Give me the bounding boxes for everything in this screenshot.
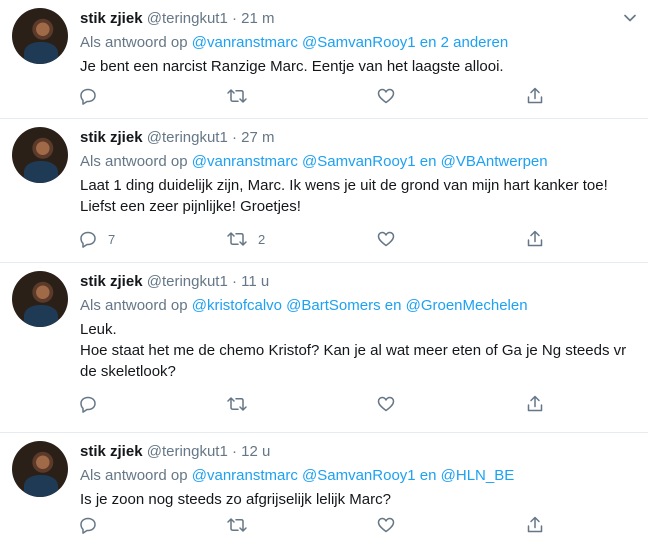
separator-dot: · (232, 129, 237, 146)
user-name[interactable]: stik zjiek (80, 129, 143, 146)
user-handle[interactable]: @teringkut1 (147, 273, 228, 290)
retweet-icon (226, 86, 248, 106)
reply-button[interactable]: 7 (78, 229, 115, 249)
tweet-text-line: Hoe staat het me de chemo Kristof? Kan j… (80, 342, 627, 380)
like-button[interactable] (376, 394, 396, 414)
avatar[interactable] (12, 271, 68, 327)
tweet-text: Leuk. Hoe staat het me de chemo Kristof?… (80, 319, 634, 382)
tweet-content: stik zjiek @teringkut1 · 11 u Als antwoo… (80, 272, 634, 382)
reply-mentions[interactable]: @vanranstmarc @SamvanRooy1 en 2 anderen (192, 34, 508, 51)
tweet-actions: 7 2 (78, 229, 648, 249)
reply-button[interactable] (78, 394, 108, 414)
user-name[interactable]: stik zjiek (80, 273, 143, 290)
share-icon (525, 394, 545, 414)
tweet-text: Je bent een narcist Ranzige Marc. Eentje… (80, 58, 504, 75)
avatar[interactable] (12, 8, 68, 64)
like-button[interactable] (376, 515, 396, 535)
tweet-text: Is je zoon nog steeds zo afgrijselijk le… (80, 491, 391, 508)
retweet-count: 2 (258, 231, 266, 247)
avatar[interactable] (12, 441, 68, 497)
retweet-icon (226, 229, 248, 249)
tweet-text-line: Leuk. (80, 321, 117, 338)
share-button[interactable] (525, 394, 545, 414)
tweet-header: stik zjiek @teringkut1 · 21 m (80, 9, 634, 29)
tweet[interactable]: stik zjiek @teringkut1 · 21 m Als antwoo… (0, 0, 648, 119)
retweet-button[interactable] (226, 515, 258, 535)
reply-prefix: Als antwoord op (80, 153, 188, 170)
reply-icon (78, 229, 98, 249)
reply-mentions[interactable]: @vanranstmarc @SamvanRooy1 en @HLN_BE (192, 467, 514, 484)
user-handle[interactable]: @teringkut1 (147, 443, 228, 460)
reply-icon (78, 515, 98, 535)
reply-mentions[interactable]: @vanranstmarc @SamvanRooy1 en @VBAntwerp… (192, 153, 548, 170)
share-button[interactable] (525, 229, 545, 249)
share-icon (525, 515, 545, 535)
reply-button[interactable] (78, 515, 108, 535)
tweet-content: stik zjiek @teringkut1 · 12 u Als antwoo… (80, 442, 634, 510)
retweet-button[interactable] (226, 86, 258, 106)
tweet-actions (78, 515, 648, 535)
reply-prefix: Als antwoord op (80, 467, 188, 484)
tweet-actions (78, 86, 648, 106)
tweet-content: stik zjiek @teringkut1 · 27 m Als antwoo… (80, 128, 634, 217)
tweet-header: stik zjiek @teringkut1 · 11 u (80, 272, 634, 292)
reply-button[interactable] (78, 86, 108, 106)
tweet-header: stik zjiek @teringkut1 · 27 m (80, 128, 634, 148)
chevron-down-icon[interactable] (622, 10, 638, 26)
timestamp[interactable]: 27 m (241, 129, 274, 146)
user-handle[interactable]: @teringkut1 (147, 10, 228, 27)
tweet-content: stik zjiek @teringkut1 · 21 m Als antwoo… (80, 9, 634, 77)
heart-icon (376, 229, 396, 249)
separator-dot: · (232, 273, 237, 290)
heart-icon (376, 394, 396, 414)
separator-dot: · (232, 10, 237, 27)
timestamp[interactable]: 21 m (241, 10, 274, 27)
share-button[interactable] (525, 86, 545, 106)
share-icon (525, 86, 545, 106)
tweet-actions (78, 394, 648, 414)
separator-dot: · (232, 443, 237, 460)
user-handle[interactable]: @teringkut1 (147, 129, 228, 146)
heart-icon (376, 86, 396, 106)
reply-context: Als antwoord op @vanranstmarc @SamvanRoo… (80, 33, 634, 53)
share-icon (525, 229, 545, 249)
retweet-button[interactable]: 2 (226, 229, 265, 249)
retweet-button[interactable] (226, 394, 258, 414)
heart-icon (376, 515, 396, 535)
reply-mentions[interactable]: @kristofcalvo @BartSomers en @GroenMeche… (192, 297, 528, 314)
tweet-text: Laat 1 ding duidelijk zijn, Marc. Ik wen… (80, 177, 608, 215)
reply-icon (78, 394, 98, 414)
avatar[interactable] (12, 127, 68, 183)
user-name[interactable]: stik zjiek (80, 10, 143, 27)
reply-prefix: Als antwoord op (80, 34, 188, 51)
reply-context: Als antwoord op @kristofcalvo @BartSomer… (80, 296, 634, 316)
tweet[interactable]: stik zjiek @teringkut1 · 12 u Als antwoo… (0, 433, 648, 548)
reply-context: Als antwoord op @vanranstmarc @SamvanRoo… (80, 466, 634, 486)
like-button[interactable] (376, 86, 396, 106)
retweet-icon (226, 394, 248, 414)
tweet[interactable]: stik zjiek @teringkut1 · 27 m Als antwoo… (0, 119, 648, 263)
user-name[interactable]: stik zjiek (80, 443, 143, 460)
reply-count: 7 (108, 231, 116, 247)
tweet-feed: stik zjiek @teringkut1 · 21 m Als antwoo… (0, 0, 648, 548)
timestamp[interactable]: 12 u (241, 443, 270, 460)
reply-context: Als antwoord op @vanranstmarc @SamvanRoo… (80, 152, 634, 172)
like-button[interactable] (376, 229, 396, 249)
retweet-icon (226, 515, 248, 535)
reply-prefix: Als antwoord op (80, 297, 188, 314)
share-button[interactable] (525, 515, 545, 535)
reply-icon (78, 86, 98, 106)
tweet[interactable]: stik zjiek @teringkut1 · 11 u Als antwoo… (0, 263, 648, 433)
tweet-header: stik zjiek @teringkut1 · 12 u (80, 442, 634, 462)
timestamp[interactable]: 11 u (241, 273, 269, 290)
